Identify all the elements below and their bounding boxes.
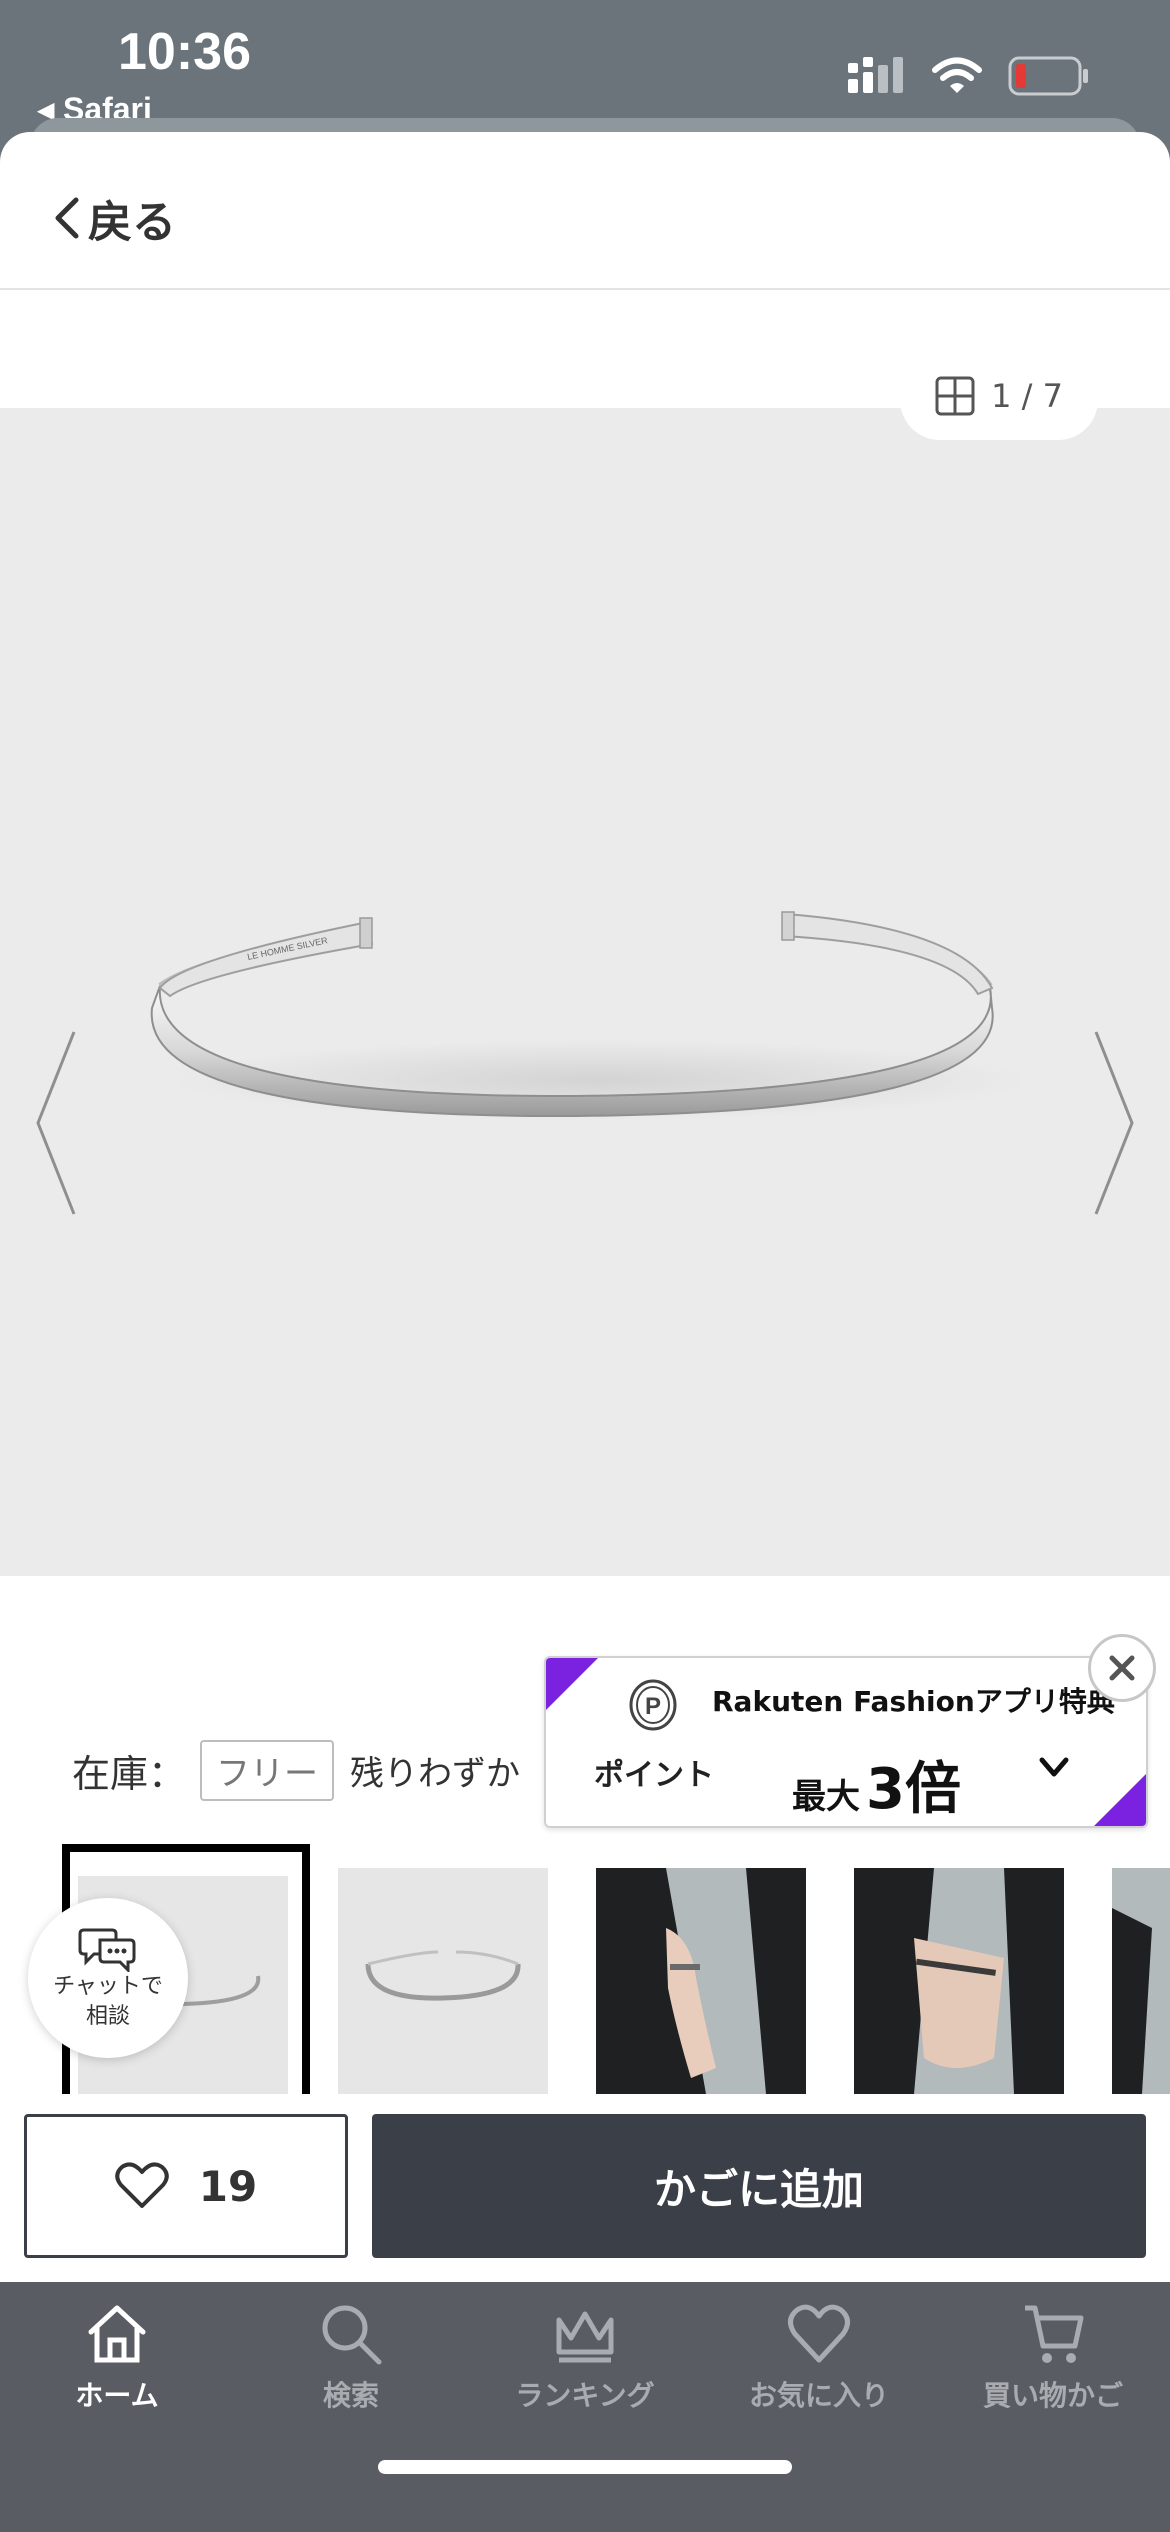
signal-icon bbox=[848, 57, 903, 93]
battery-icon bbox=[1008, 56, 1088, 96]
close-icon bbox=[1109, 1655, 1135, 1681]
add-to-cart-label: かごに追加 bbox=[653, 2164, 864, 2214]
promo-max-prefix: 最大 bbox=[792, 1777, 860, 1817]
header: 戻る bbox=[0, 132, 1170, 290]
promo-corner-ribbon bbox=[546, 1658, 598, 1710]
tab-ranking[interactable]: ランキング bbox=[468, 2302, 702, 2452]
tab-search-label: 検索 bbox=[322, 2379, 379, 2412]
tab-home-label: ホーム bbox=[75, 2379, 159, 2412]
tab-cart[interactable]: 買い物かご bbox=[936, 2302, 1170, 2452]
chat-consult-button[interactable]: チャットで 相談 bbox=[28, 1898, 188, 2058]
promo-multiplier: 最大 3倍 bbox=[792, 1744, 961, 1825]
model-wrist-photo bbox=[854, 1868, 1064, 2094]
tab-bar: ホーム 検索 ランキング お気に入り 買い物かご bbox=[0, 2282, 1170, 2532]
back-label: 戻る bbox=[88, 197, 176, 248]
point-coin-icon: P bbox=[629, 1679, 677, 1731]
status-bar: 10:36 ◂ Safari bbox=[0, 0, 1170, 130]
previous-image-arrow[interactable] bbox=[34, 1028, 78, 1218]
cuff-bracelet-image: LE HOMME SILVER bbox=[150, 911, 1030, 1120]
stock-label: 在庫： bbox=[72, 1752, 187, 1796]
tab-ranking-label: ランキング bbox=[515, 2379, 655, 2412]
image-counter[interactable]: 1 / 7 bbox=[900, 358, 1098, 440]
svg-text:P: P bbox=[645, 1693, 661, 1720]
promo-max-value: 3倍 bbox=[866, 1757, 961, 1822]
image-counter-text: 1 / 7 bbox=[991, 377, 1063, 415]
chat-label-line1: チャットで bbox=[53, 1974, 163, 1999]
bracelet-thumbnail-graphic bbox=[365, 1950, 521, 2001]
favorite-button[interactable]: 19 bbox=[24, 2114, 348, 2258]
stock-row: 在庫： フリー 残りわずか bbox=[72, 1740, 520, 1801]
model-wrist-photo bbox=[1112, 1868, 1170, 2094]
tab-favorites[interactable]: お気に入り bbox=[702, 2302, 936, 2452]
heart-icon bbox=[115, 2162, 169, 2208]
add-to-cart-button[interactable]: かごに追加 bbox=[372, 2114, 1146, 2258]
cart-icon bbox=[1025, 2305, 1084, 2363]
chevron-down-icon[interactable] bbox=[1036, 1754, 1072, 1782]
product-image[interactable]: LE HOMME SILVER bbox=[0, 408, 1170, 1576]
promo-close-button[interactable] bbox=[1088, 1634, 1156, 1702]
promo-corner-ribbon bbox=[1094, 1774, 1146, 1826]
thumbnail-3[interactable] bbox=[596, 1868, 806, 2094]
action-bar: 19 かごに追加 bbox=[0, 2094, 1170, 2284]
next-image-arrow[interactable] bbox=[1092, 1028, 1136, 1218]
status-icons bbox=[848, 56, 1090, 96]
tab-search[interactable]: 検索 bbox=[234, 2302, 468, 2452]
back-button[interactable]: 戻る bbox=[52, 186, 176, 250]
status-time: 10:36 bbox=[118, 23, 251, 81]
thumbnail-2[interactable] bbox=[338, 1868, 548, 2094]
size-chip[interactable]: フリー bbox=[200, 1740, 335, 1801]
promo-banner[interactable]: P ポイント Rakuten Fashionアプリ特典 最大 3倍 bbox=[544, 1634, 1156, 1828]
product-page: 戻る LE HOMME SILVER 1 / 7 在庫： フリー 残りわずか P… bbox=[0, 132, 1170, 2532]
search-icon bbox=[322, 2305, 382, 2365]
stock-status: 残りわずか bbox=[350, 1754, 521, 1794]
favorite-count: 19 bbox=[198, 2161, 258, 2211]
chevron-left-icon bbox=[55, 197, 79, 239]
tab-home[interactable]: ホーム bbox=[0, 2302, 234, 2452]
home-icon bbox=[88, 2305, 146, 2363]
thumbnail-5[interactable] bbox=[1112, 1868, 1170, 2094]
thumbnail-4[interactable] bbox=[854, 1868, 1064, 2094]
tab-cart-label: 買い物かご bbox=[982, 2379, 1123, 2412]
heart-icon bbox=[788, 2304, 850, 2363]
promo-point-label: ポイント bbox=[594, 1758, 714, 1793]
promo-title: Rakuten Fashionアプリ特典 bbox=[712, 1685, 1115, 1718]
tab-favorites-label: お気に入り bbox=[748, 2379, 889, 2412]
chat-bubble-icon bbox=[78, 1928, 136, 1972]
promo-card[interactable]: P ポイント Rakuten Fashionアプリ特典 最大 3倍 bbox=[544, 1656, 1148, 1828]
grid-icon bbox=[935, 376, 975, 416]
chat-label-line2: 相談 bbox=[85, 2004, 130, 2029]
model-wrist-photo bbox=[596, 1868, 806, 2094]
home-indicator[interactable] bbox=[378, 2460, 792, 2474]
crown-icon bbox=[556, 2311, 614, 2363]
wifi-icon bbox=[932, 57, 982, 93]
